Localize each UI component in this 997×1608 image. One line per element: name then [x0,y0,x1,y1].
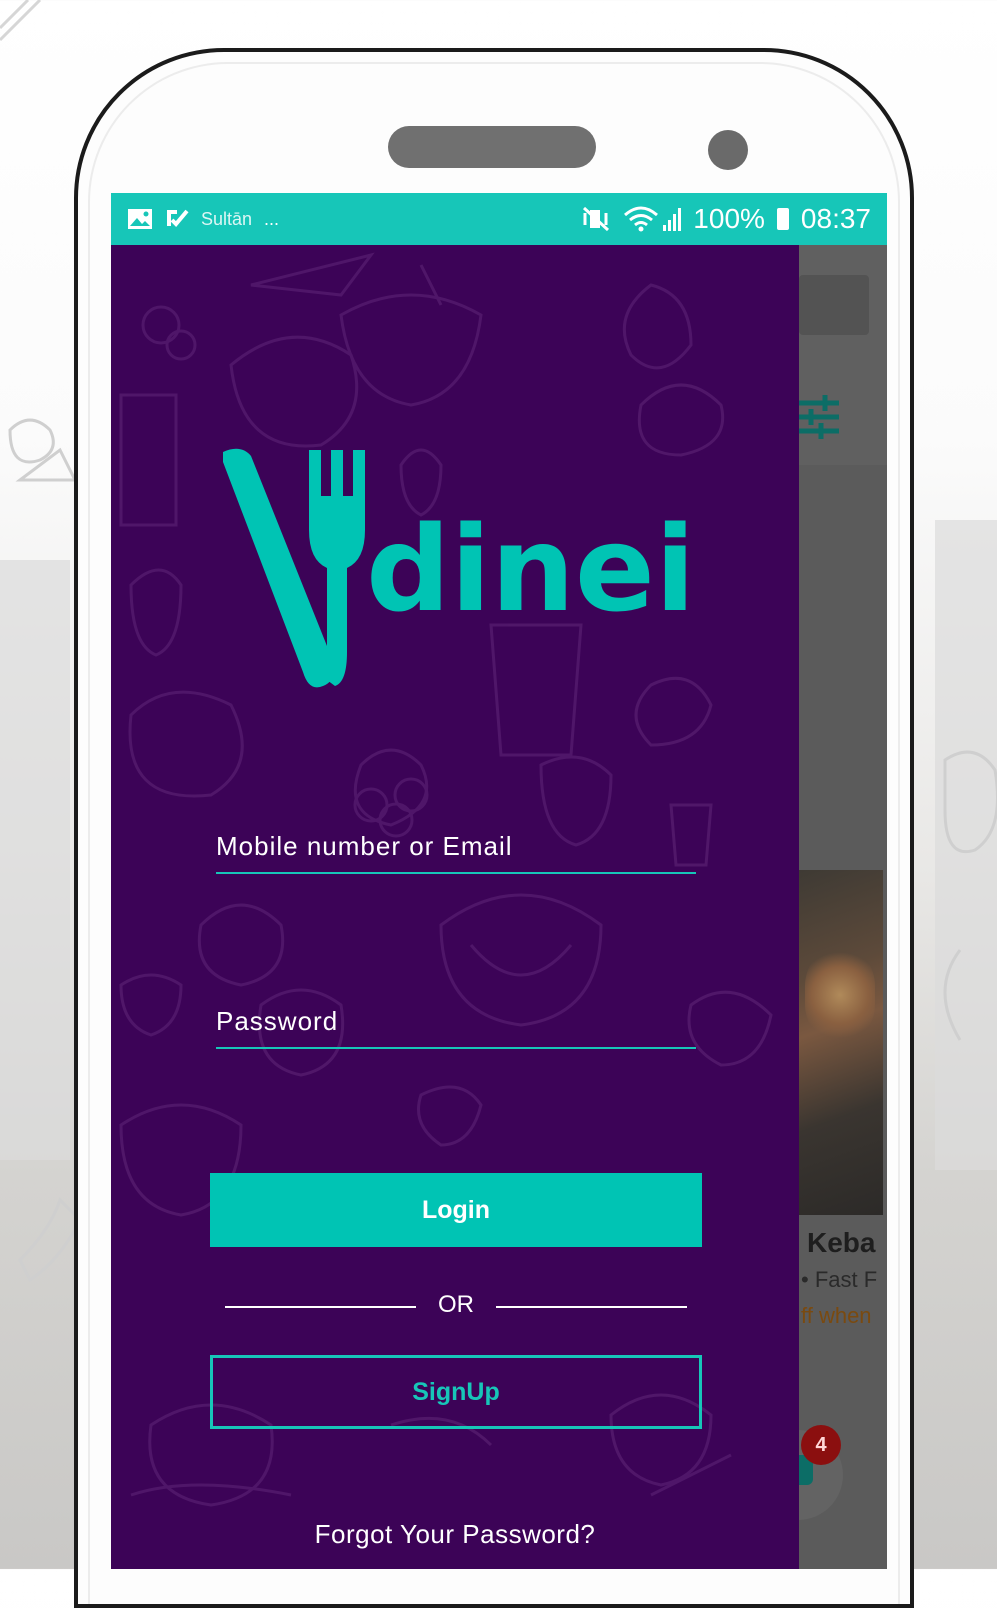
status-time: 08:37 [800,203,871,234]
wifi-signal-icon [624,206,682,232]
restaurant-card-title: Keba [807,1227,876,1258]
background-search-bar [799,275,869,335]
check-icon [167,209,189,227]
username-field [216,825,696,874]
filter-icon [797,395,841,449]
signup-button[interactable]: SignUp [210,1355,702,1429]
battery-percent: 100% [693,203,765,234]
status-app-text: Sultān [201,208,253,229]
restaurant-card-offer: ff when [801,1303,872,1328]
forgot-password-link[interactable]: Forgot Your Password? [111,1519,799,1550]
battery-icon [776,208,789,230]
phone-speaker [388,126,596,168]
vibrate-mute-icon [583,206,610,232]
restaurant-card-category: • Fast F [801,1267,878,1292]
password-field [216,1000,696,1049]
status-bar: Sultān ... 100% 08:37 [111,193,887,245]
restaurant-food-image [797,870,883,1215]
login-button[interactable]: Login [210,1173,702,1247]
or-line-right [496,1306,687,1308]
phone-screen: Sultān ... 100% 08:37 Keba • Fast F ff w… [111,193,887,1569]
phone-camera [708,130,748,170]
or-divider: OR [225,1287,687,1327]
dinein-logo: dinein [223,448,701,688]
cart-badge: 4 [801,1425,841,1465]
image-icon [128,209,152,229]
status-more: ... [264,208,280,229]
password-input[interactable] [216,1000,696,1047]
logo-wordmark: dinein [366,500,701,638]
login-drawer: dinein Login OR SignUp Forgot Your Passw… [111,245,799,1569]
or-label: OR [438,1291,474,1318]
username-input[interactable] [216,825,696,872]
restaurant-category-text: Fast F [814,1267,878,1292]
